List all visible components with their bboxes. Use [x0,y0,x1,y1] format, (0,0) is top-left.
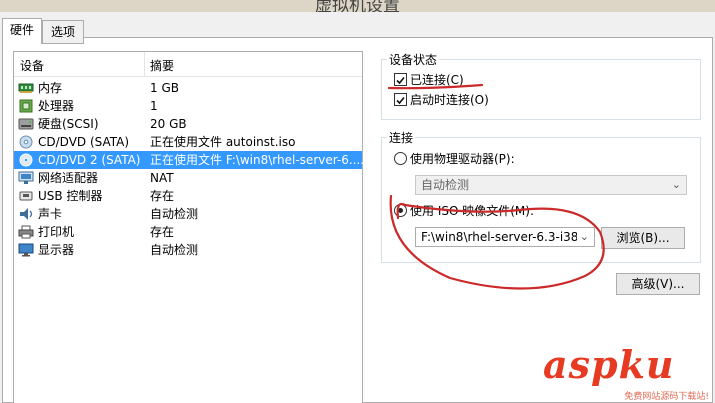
device-summary: 1 GB [150,81,179,95]
chevron-down-icon: ⌄ [671,178,681,191]
device-name: USB 控制器 [38,189,103,203]
watermark-tagline: 免费网站源码下载站! [624,392,709,402]
device-summary: 自动检测 [150,207,199,221]
hard-disk-icon [18,118,34,130]
device-summary: NAT [150,171,174,185]
display-icon [18,243,34,257]
device-name: 显示器 [38,243,75,257]
network-adapter-icon [18,171,34,184]
watermark-logo: aspku [543,342,675,387]
device-row-sound-card[interactable]: 声卡 自动检测 [14,205,362,223]
device-row-processor[interactable]: 处理器 1 [14,97,362,115]
device-summary: 正在使用文件 autoinst.iso [150,135,296,149]
iso-path-value: F:\win8\rhel-server-6.3-i386 [421,230,587,244]
sound-card-icon [20,208,33,220]
physical-drive-value: 自动检测 [421,178,470,192]
device-summary: 存在 [150,225,175,239]
device-summary: 自动检测 [150,243,199,257]
device-row-hard-disk[interactable]: 硬盘(SCSI) 20 GB [14,115,362,133]
browse-button[interactable]: 浏览(B)... [601,227,685,249]
checkbox-box[interactable] [394,93,407,106]
device-row-cd-dvd-2[interactable]: CD/DVD 2 (SATA) 正在使用文件 F:\win8\rhel-serv… [14,151,365,169]
device-name: 打印机 [38,225,75,239]
column-header-device[interactable]: 设备 [20,57,44,74]
device-summary: 正在使用文件 F:\win8\rhel-server-6.... [150,153,365,167]
device-name: 硬盘(SCSI) [38,117,99,131]
check-icon [396,76,405,85]
memory-icon [18,83,34,93]
device-name: 内存 [38,81,63,95]
device-summary: 1 [150,99,158,113]
device-row-network-adapter[interactable]: 网络适配器 NAT [14,169,362,187]
device-summary: 存在 [150,189,175,203]
physical-drive-label: 使用物理驱动器(P): [410,152,515,166]
device-status-group [381,59,701,120]
radio-circle[interactable] [394,152,407,165]
device-row-memory[interactable]: 内存 1 GB [14,79,362,97]
device-name: CD/DVD (SATA) [38,135,130,149]
physical-drive-dropdown[interactable]: 自动检测 ⌄ [415,175,687,195]
device-summary: 20 GB [150,117,187,131]
iso-image-label: 使用 ISO 映像文件(M): [410,204,534,218]
device-row-printer[interactable]: 打印机 存在 [14,223,362,241]
chevron-down-icon: ⌄ [576,228,589,246]
cd-dvd-icon [19,153,33,167]
device-name: 处理器 [38,99,75,113]
iso-path-combobox[interactable]: F:\win8\rhel-server-6.3-i386 ⌄ [415,227,595,247]
processor-icon [19,99,33,113]
device-row-cd-dvd-1[interactable]: CD/DVD (SATA) 正在使用文件 autoinst.iso [14,133,362,151]
tab-options[interactable]: 选项 [42,20,84,44]
device-row-usb-controller[interactable]: USB 控制器 存在 [14,187,362,205]
tab-bar: 硬件 选项 [0,12,715,44]
connection-title: 连接 [387,129,416,146]
connected-label: 已连接(C) [410,73,464,87]
column-header-summary[interactable]: 摘要 [150,57,174,74]
device-name: CD/DVD 2 (SATA) [38,153,141,167]
title-bar: 虚拟机设置 [0,0,715,12]
printer-icon [18,225,34,239]
device-status-title: 设备状态 [387,51,440,68]
device-name: 声卡 [38,207,63,221]
check-icon [396,96,405,105]
connect-at-power-on-label: 启动时连接(O) [410,93,489,107]
device-list-header: 设备 摘要 [14,52,362,77]
cd-dvd-icon [19,135,33,149]
device-name: 网络适配器 [38,171,99,185]
watermark: aspku 免费网站源码下载站! [543,342,713,403]
device-row-display[interactable]: 显示器 自动检测 [14,241,362,259]
usb-controller-icon [19,191,33,201]
column-divider[interactable] [144,52,145,76]
checkbox-box[interactable] [394,73,407,86]
radio-circle[interactable] [394,204,407,217]
device-list[interactable]: 设备 摘要 内存 1 GB 处理器 1 硬盘(SCSI) 20 GB CD/DV… [13,51,365,403]
window-title: 虚拟机设置 [315,0,400,12]
advanced-button[interactable]: 高级(V)... [616,273,700,295]
tab-hardware[interactable]: 硬件 [2,18,42,44]
